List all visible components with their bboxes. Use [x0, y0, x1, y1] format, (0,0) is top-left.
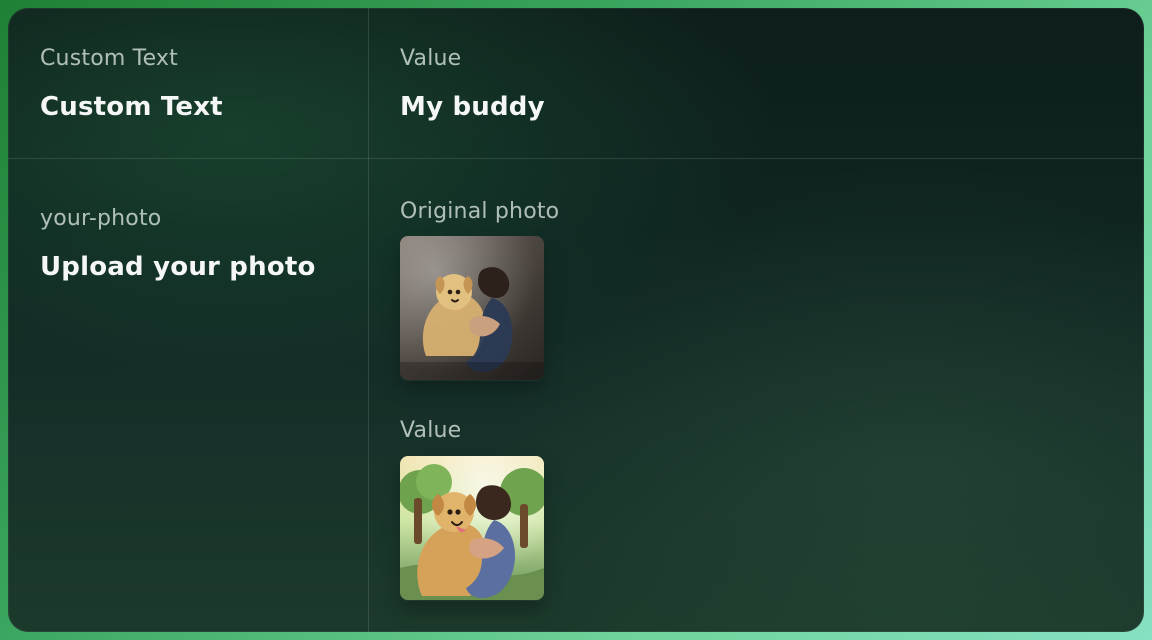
value-photo-thumbnail[interactable]: [400, 456, 544, 600]
your-photo-field-label: your-photo: [40, 206, 162, 231]
custom-text-value-label: Value: [400, 46, 462, 71]
app-frame: Custom Text Custom Text Value My buddy y…: [0, 0, 1152, 640]
custom-text-value: My buddy: [400, 92, 545, 122]
data-card: Custom Text Custom Text Value My buddy y…: [8, 8, 1144, 632]
column-divider: [368, 8, 369, 632]
row-divider: [8, 158, 1144, 159]
custom-text-field-title: Custom Text: [40, 92, 223, 122]
value-photo-label: Value: [400, 418, 462, 443]
custom-text-field-label: Custom Text: [40, 46, 178, 71]
your-photo-field-title: Upload your photo: [40, 252, 316, 282]
original-photo-label: Original photo: [400, 199, 560, 224]
photo-thumbnail-icon: [400, 236, 544, 380]
photo-thumbnail-icon: [400, 456, 544, 600]
original-photo-thumbnail[interactable]: [400, 236, 544, 380]
